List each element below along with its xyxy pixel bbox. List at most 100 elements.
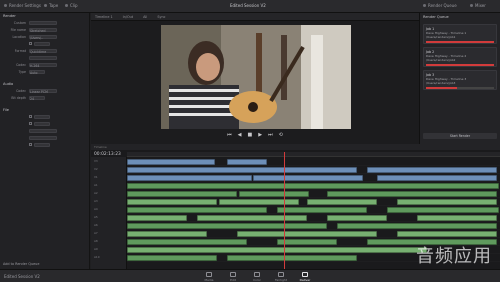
setting-field[interactable] [34, 41, 50, 46]
page-fairlight-button[interactable]: Fairlight [270, 272, 292, 282]
audio-clip[interactable] [417, 215, 497, 221]
audio-clip[interactable] [219, 199, 299, 205]
play-button[interactable]: ▶ [258, 132, 262, 138]
playhead[interactable] [284, 152, 285, 269]
audio-clip[interactable] [127, 255, 217, 261]
audio-clip[interactable] [239, 191, 309, 197]
setting-row[interactable] [0, 54, 89, 61]
timeline-selector[interactable]: Timeline 1 [95, 15, 113, 19]
audio-clip[interactable] [227, 255, 357, 261]
mixer-tab[interactable]: Mixer [470, 3, 486, 8]
type-select[interactable]: Auto [29, 69, 45, 75]
audio-track [127, 222, 500, 230]
setting-field[interactable] [29, 128, 57, 133]
loop-button[interactable]: ⟲ [279, 132, 283, 138]
video-clip[interactable] [377, 175, 497, 181]
render-queue-tab[interactable]: Render Queue [423, 3, 457, 8]
tape-tab[interactable]: Tape [44, 3, 58, 8]
tab-in-out[interactable]: In/Out [123, 15, 133, 19]
audio-clip[interactable] [127, 223, 327, 229]
audio-clip[interactable] [237, 231, 377, 237]
audio-clip[interactable] [337, 223, 497, 229]
video-clip[interactable] [127, 159, 215, 165]
go-to-start-button[interactable]: ⏮ [227, 132, 232, 138]
audio-clip[interactable] [127, 183, 499, 189]
tab-all[interactable]: All [143, 15, 147, 19]
audio-clip[interactable] [197, 215, 307, 221]
audio-clip[interactable] [127, 199, 217, 205]
render-settings-tab[interactable]: Render Settings [4, 3, 41, 8]
video-clip[interactable] [127, 175, 252, 181]
audio-clip[interactable] [127, 191, 237, 197]
video-clip[interactable] [253, 175, 363, 181]
video-clip[interactable] [127, 167, 357, 173]
audio-clip[interactable] [397, 231, 497, 237]
video-clip[interactable] [367, 167, 497, 173]
audio-clip[interactable] [127, 247, 427, 253]
checkbox[interactable] [29, 143, 32, 146]
location-field[interactable]: /Users/.. [29, 34, 57, 40]
audio-clip[interactable] [127, 239, 247, 245]
video-preview[interactable] [161, 25, 351, 129]
audio-clip[interactable] [277, 239, 337, 245]
setting-field[interactable] [29, 55, 57, 60]
setting-row[interactable] [0, 120, 89, 127]
setting-row[interactable]: Format Quicktime [0, 47, 89, 54]
render-job-card[interactable]: Job 3 Dave Highway - Timeline 3 /Users/r… [423, 70, 497, 90]
setting-row[interactable] [0, 127, 89, 134]
rewind-button[interactable]: ◀ [238, 132, 242, 138]
setting-row[interactable]: Type Auto [0, 68, 89, 75]
audio-clip[interactable] [127, 207, 267, 213]
setting-field[interactable] [34, 114, 50, 119]
audio-clip[interactable] [387, 207, 499, 213]
page-media-button[interactable]: Media [198, 272, 220, 282]
setting-row[interactable]: Location/Users/.. [0, 33, 89, 40]
codec-select[interactable]: H.264 [29, 62, 57, 68]
format-select[interactable]: Quicktime [29, 48, 57, 54]
stop-button[interactable]: ■ [248, 132, 253, 138]
audio-clip[interactable] [127, 231, 207, 237]
setting-field[interactable] [29, 20, 57, 25]
filename-field[interactable]: Stretched [29, 27, 57, 33]
setting-row[interactable] [0, 40, 89, 47]
render-job-card[interactable]: Job 1 Dave Highway - Timeline 1 /Users/r… [423, 24, 497, 44]
setting-row[interactable]: Custom [0, 19, 89, 26]
page-edit-button[interactable]: Edit [222, 272, 244, 282]
audio-clip[interactable] [127, 215, 187, 221]
page-deliver-button[interactable]: Deliver [294, 272, 316, 282]
clip-tab[interactable]: Clip [65, 3, 78, 8]
audio-clip[interactable] [307, 199, 377, 205]
audio-codec-select[interactable]: Linear PCM [29, 88, 57, 94]
tab-sync[interactable]: Sync [157, 15, 165, 19]
page-color-button[interactable]: Color [246, 272, 268, 282]
setting-row[interactable]: Codec H.264 [0, 61, 89, 68]
setting-field[interactable] [34, 142, 50, 147]
timeline-ruler[interactable] [127, 152, 500, 157]
video-clip[interactable] [227, 159, 267, 165]
render-job-card[interactable]: Job 2 Dave Highway - Timeline 2 /Users/r… [423, 47, 497, 67]
audio-clip[interactable] [277, 207, 367, 213]
setting-row[interactable]: File name Stretched [0, 26, 89, 33]
setting-row[interactable]: Codec Linear PCM [0, 87, 89, 94]
audio-clip[interactable] [327, 191, 497, 197]
go-to-end-button[interactable]: ⏭ [268, 132, 273, 138]
tape-icon [44, 4, 47, 7]
audio-clip[interactable] [397, 199, 497, 205]
audio-track [127, 214, 500, 222]
setting-field[interactable] [34, 121, 50, 126]
track-label: A3 [94, 199, 98, 203]
setting-row[interactable]: Bit depth 24 [0, 94, 89, 101]
setting-row[interactable] [0, 113, 89, 120]
setting-row[interactable] [0, 134, 89, 141]
add-to-render-queue-button[interactable]: Add to Render Queue [3, 262, 39, 266]
checkbox[interactable] [29, 42, 32, 45]
bit-depth-select[interactable]: 24 [29, 95, 45, 101]
checkbox[interactable] [29, 115, 32, 118]
setting-row[interactable] [0, 141, 89, 148]
job-progress-bar [426, 87, 494, 89]
audio-clip[interactable] [327, 215, 387, 221]
deliver-page-icon [302, 272, 308, 277]
setting-field[interactable] [29, 135, 57, 140]
start-render-button[interactable]: Start Render [423, 133, 497, 139]
checkbox[interactable] [29, 122, 32, 125]
